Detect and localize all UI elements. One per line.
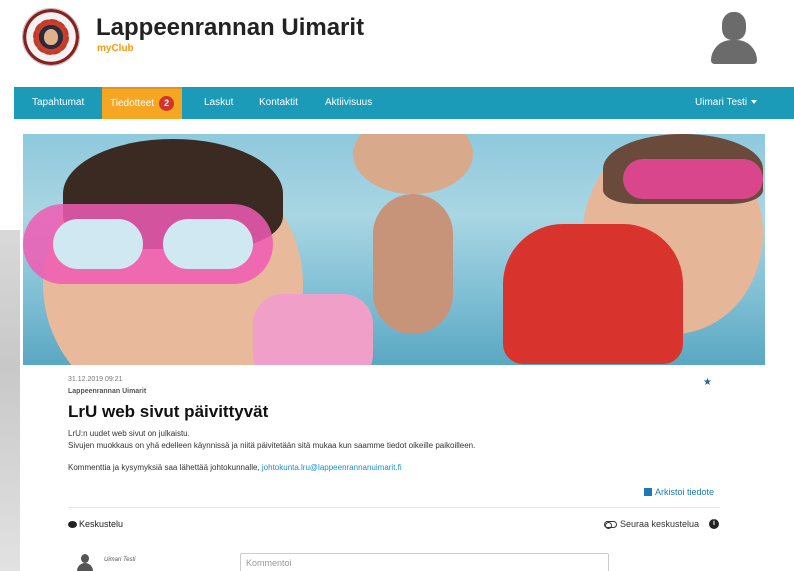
post: 31.12.2019 09:21 Lappeenrannan Uimarit L… <box>68 376 720 474</box>
nav-label: Tiedotteet <box>110 98 155 109</box>
archive-label: Arkistoi tiedote <box>655 487 715 497</box>
nav-label: Tapahtumat <box>32 97 85 108</box>
post-title: LrU web sivut päivittyvät <box>68 402 269 421</box>
contact-text: Kommenttia ja kysymyksiä saa lähettää jo… <box>68 463 260 472</box>
post-line: LrU:n uudet web sivut on julkaistu. <box>68 429 190 438</box>
nav-label: Laskut <box>204 97 234 108</box>
discussion-heading: Keskustelu <box>68 519 123 529</box>
side-background <box>0 230 20 571</box>
avatar-icon <box>76 554 94 571</box>
follow-label: Seuraa keskustelua <box>620 519 700 529</box>
divider <box>68 507 720 508</box>
banner-image <box>23 134 765 365</box>
avatar-icon[interactable] <box>711 12 757 64</box>
unread-badge: 2 <box>159 95 175 111</box>
discussion-label: Keskustelu <box>79 519 124 529</box>
toggle-icon <box>604 521 617 529</box>
club-subtitle: myClub <box>97 43 134 54</box>
nav-item-aktiivisuus[interactable]: Aktiivisuus <box>325 87 372 119</box>
comment-bubble-icon <box>68 521 77 528</box>
post-date: 31.12.2019 09:21 <box>68 376 123 383</box>
post-line: Sivujen muokkaus on yhä edelleen käynnis… <box>68 441 476 450</box>
archive-button[interactable]: Arkistoi tiedote <box>644 487 714 497</box>
main-nav: Tapahtumat Tiedotteet 2 Laskut Kontaktit … <box>14 87 794 119</box>
nav-label: Kontaktit <box>259 97 298 108</box>
nav-item-laskut[interactable]: Laskut <box>204 87 233 119</box>
info-icon[interactable]: i <box>709 519 719 529</box>
post-contact-line: Kommenttia ja kysymyksiä saa lähettää jo… <box>68 462 720 474</box>
nav-item-tapahtumat[interactable]: Tapahtumat <box>32 87 84 119</box>
nav-item-tiedotteet[interactable]: Tiedotteet 2 <box>102 87 183 119</box>
chevron-down-icon <box>751 100 758 105</box>
header: Lappeenrannan Uimarit myClub <box>0 0 794 86</box>
post-body: LrU:n uudet web sivut on julkaistu. Sivu… <box>68 428 720 474</box>
comment-author-name: Uimari Testi <box>104 557 136 563</box>
user-menu-label: Uimari Testi <box>695 97 748 108</box>
club-name: Lappeenrannan Uimarit <box>96 14 365 41</box>
user-menu[interactable]: Uimari Testi <box>695 87 758 119</box>
post-author: Lappeenrannan Uimarit <box>68 388 147 395</box>
club-logo[interactable] <box>22 8 80 66</box>
star-icon[interactable]: ★ <box>703 377 712 388</box>
archive-icon <box>644 488 652 496</box>
nav-item-kontaktit[interactable]: Kontaktit <box>259 87 298 119</box>
nav-label: Aktiivisuus <box>325 97 373 108</box>
email-link[interactable]: johtokunta.lru@lappeenrannanuimarit.fi <box>262 463 402 472</box>
comment-author: Uimari Testi <box>76 554 216 571</box>
comment-input[interactable] <box>240 553 609 571</box>
follow-discussion-toggle[interactable]: Seuraa keskustelua <box>604 519 699 529</box>
